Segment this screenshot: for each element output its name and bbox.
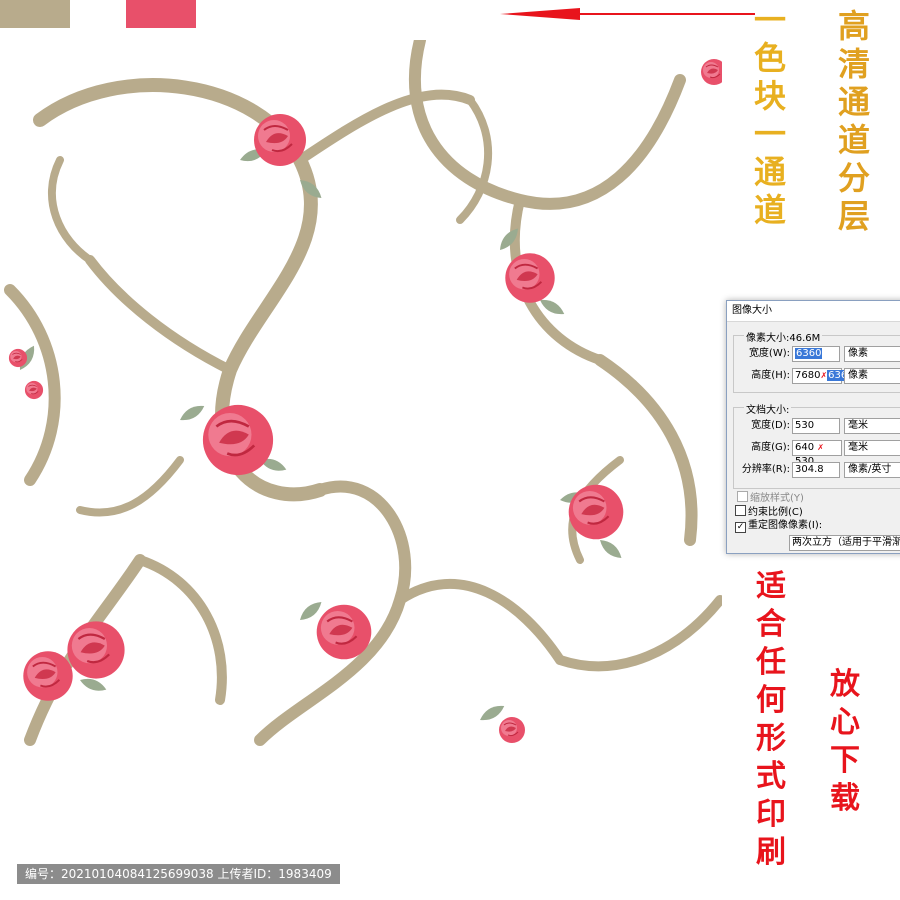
pixel-dimensions-group: 像素大小:46.6M 宽度(W): 6360 像素▼ 高度(H): 7680✗6… bbox=[733, 329, 900, 393]
vertical-char: 形 bbox=[756, 721, 786, 756]
vertical-char: 块 bbox=[754, 77, 787, 115]
dialog-title: 图像大小 bbox=[727, 301, 900, 322]
vertical-char: 道 bbox=[754, 191, 787, 229]
doc-width-unit-select[interactable]: 毫米▼ bbox=[844, 418, 900, 434]
doc-height-label: 高度(G): bbox=[751, 442, 790, 453]
image-size-dialog: 图像大小 像素大小:46.6M 宽度(W): 6360 像素▼ 高度(H): 7… bbox=[726, 300, 900, 554]
doc-height-unit-select[interactable]: 毫米▼ bbox=[844, 440, 900, 456]
scale-styles-checkbox[interactable]: 缩放样式(Y) bbox=[737, 491, 804, 505]
vertical-char: 通 bbox=[838, 83, 871, 121]
vertical-char: 何 bbox=[756, 683, 786, 718]
hd-channel-layers-text: 高清通道分层 bbox=[838, 10, 870, 238]
doc-width-label: 宽度(D): bbox=[751, 420, 790, 431]
vertical-char: 色 bbox=[754, 39, 787, 77]
vertical-char: 分 bbox=[838, 159, 871, 197]
floral-pattern-image bbox=[4, 40, 722, 746]
arrow-left-icon bbox=[500, 8, 755, 20]
checkbox-icon bbox=[735, 505, 746, 516]
vertical-char: 放 bbox=[830, 667, 860, 702]
checkbox-icon bbox=[737, 491, 748, 502]
vertical-char: 印 bbox=[756, 797, 786, 832]
vertical-char: 层 bbox=[838, 197, 871, 235]
vertical-char: 心 bbox=[830, 705, 860, 740]
pixel-size-label: 像素大小:46.6M bbox=[744, 329, 823, 344]
vertical-char: 一 bbox=[754, 115, 787, 153]
vertical-char: 高 bbox=[838, 7, 871, 45]
vertical-char: 任 bbox=[756, 645, 786, 680]
checkmark-icon: ✓ bbox=[735, 522, 746, 533]
doc-height-input[interactable]: 640 ✗ 530 bbox=[792, 440, 842, 467]
vertical-char: 载 bbox=[830, 781, 860, 816]
height-label: 高度(H): bbox=[751, 370, 790, 381]
vertical-char: 适 bbox=[756, 569, 786, 604]
height-unit-select[interactable]: 像素▼ bbox=[844, 368, 900, 384]
width-unit-select[interactable]: 像素▼ bbox=[844, 346, 900, 362]
any-printing-text: 适合任何形式印刷 bbox=[756, 572, 786, 876]
image-id-footer: 编号：20210104084125699038 上传者ID：1983409 bbox=[17, 864, 340, 884]
doc-width-input[interactable]: 530 bbox=[792, 418, 840, 434]
safe-download-text: 放心下载 bbox=[830, 670, 860, 822]
vertical-char: 刷 bbox=[756, 835, 786, 870]
vertical-char: 清 bbox=[838, 45, 871, 83]
resample-method-select[interactable]: 两次立方（适用于平滑渐变 bbox=[789, 535, 900, 551]
pink-color-swatch bbox=[126, 0, 196, 28]
one-color-one-channel-text: 一色块一通道 bbox=[754, 4, 786, 232]
resolution-unit-select[interactable]: 像素/英寸▼ bbox=[844, 462, 900, 478]
height-input[interactable]: 7680✗6360 bbox=[792, 368, 855, 384]
resolution-label: 分辨率(R): bbox=[741, 464, 790, 475]
gold-color-swatch bbox=[0, 0, 70, 28]
doc-size-label: 文档大小: bbox=[744, 401, 792, 416]
width-label: 宽度(W): bbox=[748, 348, 790, 359]
vertical-char: 一 bbox=[754, 1, 787, 39]
resolution-input[interactable]: 304.8 bbox=[792, 462, 840, 478]
vertical-char: 道 bbox=[838, 121, 871, 159]
resample-checkbox[interactable]: ✓ 重定图像像素(I): bbox=[735, 519, 822, 533]
constrain-proportions-checkbox[interactable]: 约束比例(C) bbox=[735, 505, 803, 519]
vertical-char: 通 bbox=[754, 153, 787, 191]
vertical-char: 式 bbox=[756, 759, 786, 794]
width-input[interactable]: 6360 bbox=[792, 346, 840, 362]
vertical-char: 下 bbox=[830, 743, 860, 778]
document-size-group: 文档大小: 宽度(D): 530 毫米▼ 高度(G): 640 ✗ 530 毫米… bbox=[733, 401, 900, 489]
vertical-char: 合 bbox=[756, 607, 786, 642]
